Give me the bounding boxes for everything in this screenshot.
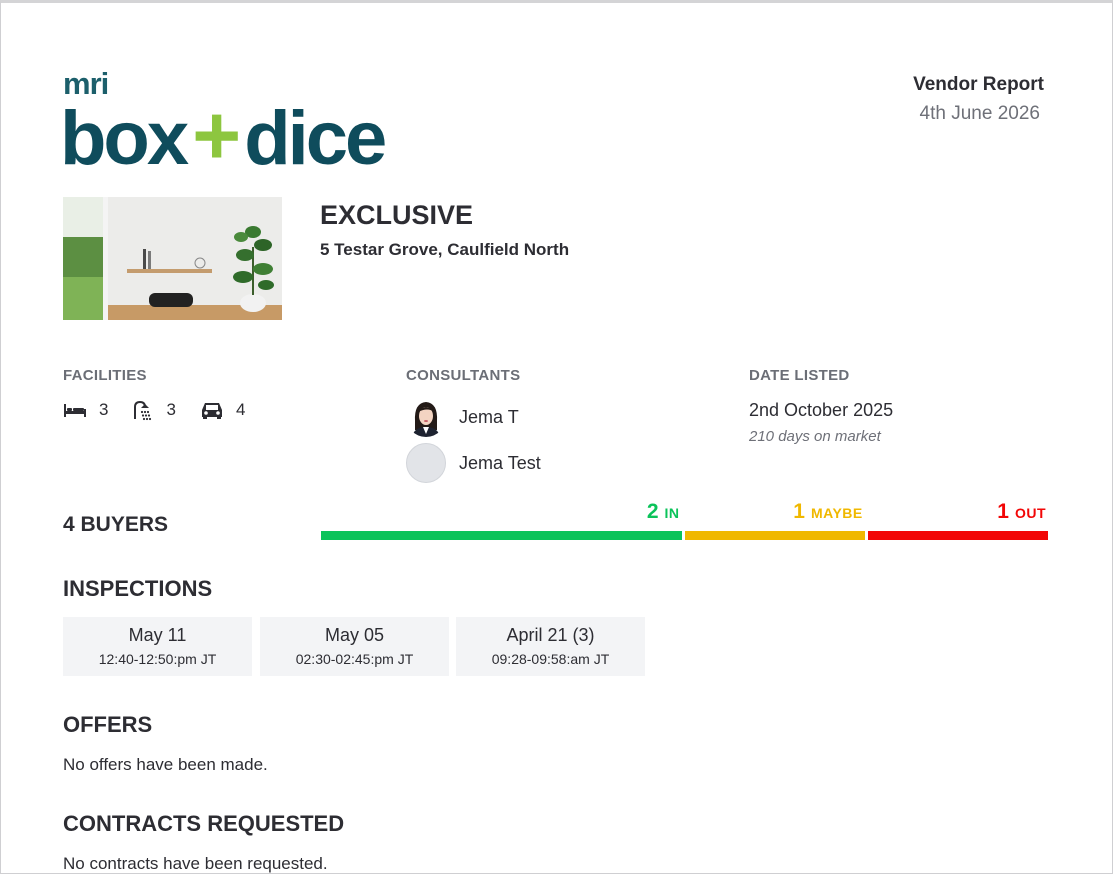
inspection-date: April 21 (3)	[506, 625, 595, 645]
contracts-text: No contracts have been requested.	[63, 854, 328, 873]
facilities-list: 3 3 4	[63, 399, 269, 421]
date-listed-value: 2nd October 2025	[749, 400, 894, 420]
buyers-out-label: 1 OUT	[997, 500, 1046, 524]
logo-main-text: box+dice	[60, 88, 387, 182]
report-date: 4th June 2026	[919, 103, 1040, 124]
inspection-time: 02:30-02:45:pm JT	[295, 651, 414, 667]
inspection-card[interactable]: May 11 12:40-12:50:pm JT	[63, 617, 252, 676]
buyers-out-count: 1	[997, 500, 1009, 523]
contracts-title: CONTRACTS REQUESTED	[63, 811, 345, 836]
buyers-in-count: 2	[646, 500, 659, 523]
consultant-name: Jema T	[459, 406, 519, 427]
brand-logo: mri box+dice	[60, 68, 387, 179]
consultant-avatar-image	[406, 397, 446, 437]
buyers-maybe-bar	[684, 531, 865, 540]
property-photo	[63, 197, 282, 320]
property-type: EXCLUSIVE	[320, 200, 474, 230]
buyers-in-word: IN	[664, 505, 680, 521]
buyers-maybe-word: MAYBE	[810, 505, 863, 521]
buyers-count: 4 BUYERS	[63, 513, 169, 536]
car-icon	[201, 403, 222, 419]
buyers-maybe-count: 1	[793, 500, 805, 523]
buyers-out-bar	[867, 531, 1048, 540]
inspection-time: 09:28-09:58:am JT	[491, 651, 610, 667]
days-on-market: 210 days on market	[749, 428, 881, 445]
avatar	[406, 443, 446, 483]
inspection-date: May 11	[128, 625, 187, 645]
inspection-card[interactable]: April 21 (3) 09:28-09:58:am JT	[456, 617, 645, 676]
date-listed-label: DATE LISTED	[749, 367, 850, 384]
facility-carspaces: 4	[200, 400, 245, 420]
inspection-time: 12:40-12:50:pm JT	[98, 651, 217, 667]
buyers-in-label: 2 IN	[647, 500, 680, 524]
buyers-in-bar	[321, 531, 682, 540]
buyers-maybe-label: 1 MAYBE	[793, 500, 862, 524]
inspections-title: INSPECTIONS	[63, 576, 213, 601]
bed-icon	[64, 404, 86, 417]
carspaces-count: 4	[235, 400, 246, 419]
buyers-out-word: OUT	[1014, 505, 1046, 521]
offers-title: OFFERS	[63, 712, 153, 737]
consultants-label: CONSULTANTS	[406, 367, 521, 384]
inspection-card[interactable]: May 05 02:30-02:45:pm JT	[260, 617, 449, 676]
inspection-date: May 05	[324, 625, 385, 645]
vendor-report-page: mri box+dice Vendor Report 4th June 2026	[0, 0, 1113, 874]
property-address: 5 Testar Grove, Caulfield North	[320, 240, 570, 259]
shower-icon	[134, 400, 152, 421]
consultant-item: Jema Test	[406, 443, 541, 483]
avatar	[406, 397, 446, 437]
consultant-name: Jema Test	[459, 452, 541, 473]
offers-text: No offers have been made.	[63, 755, 268, 774]
property-photo-image	[63, 197, 282, 320]
report-title: Vendor Report	[913, 74, 1044, 95]
facilities-label: FACILITIES	[63, 367, 147, 384]
bedrooms-count: 3	[99, 400, 109, 419]
bathrooms-count: 3	[166, 400, 176, 419]
facility-bedrooms: 3	[63, 400, 108, 420]
facility-bathrooms: 3	[132, 399, 176, 421]
consultant-item: Jema T	[406, 397, 519, 437]
